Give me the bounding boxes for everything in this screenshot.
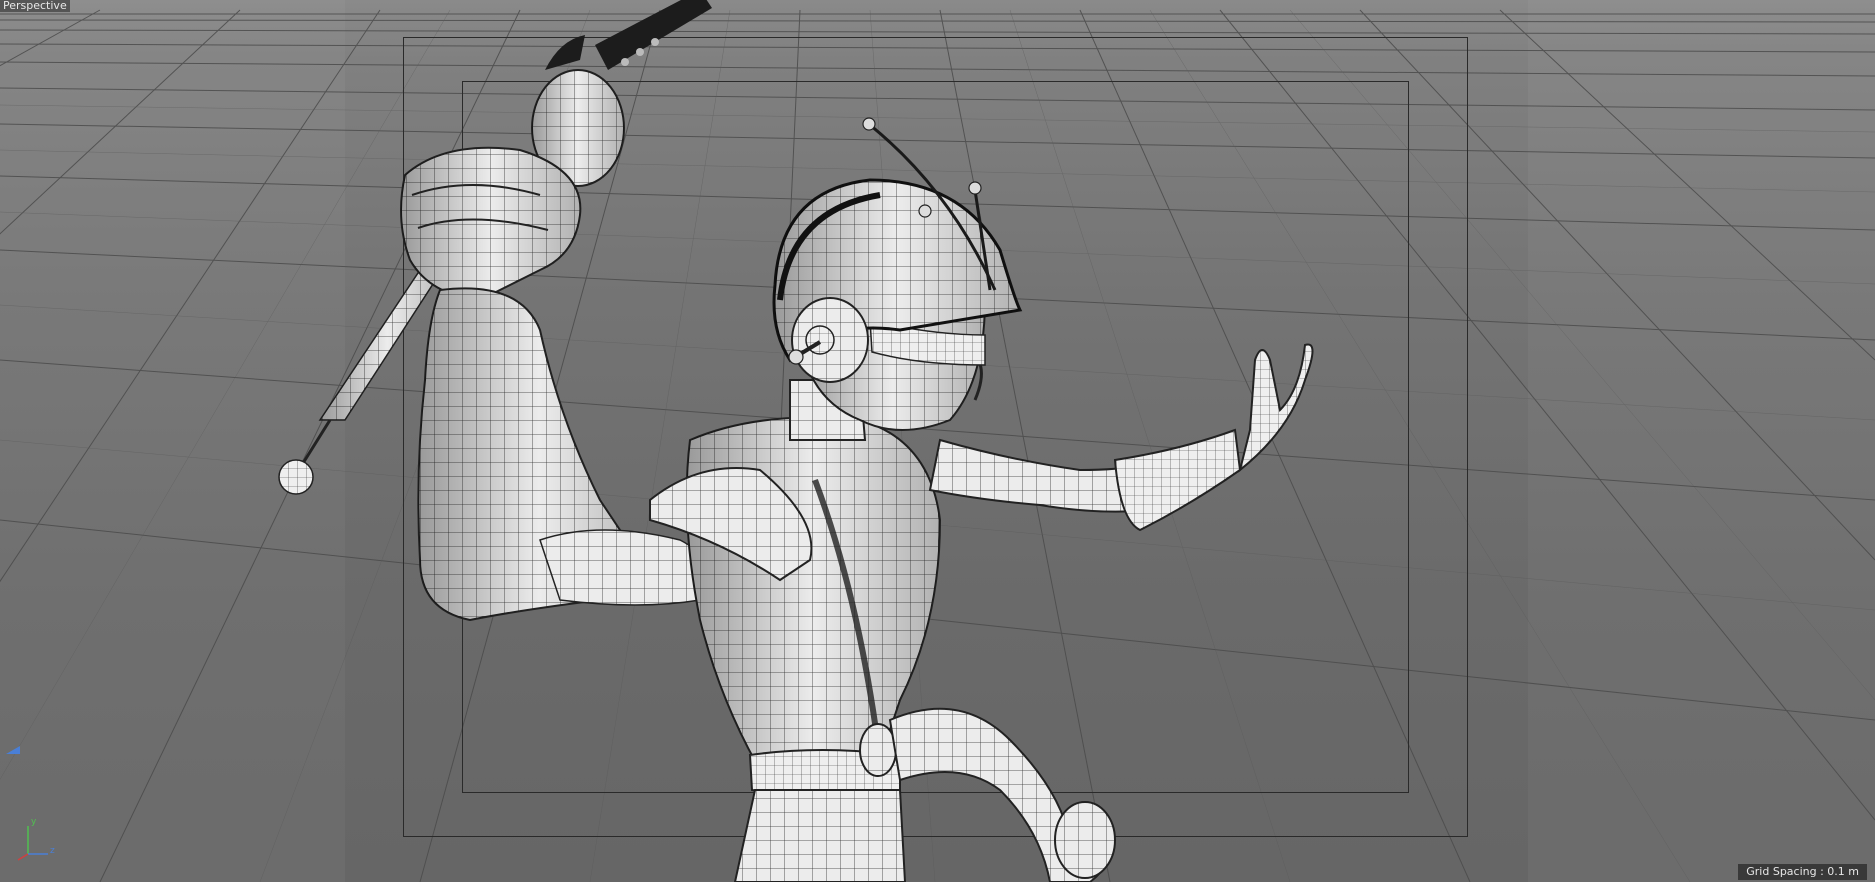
axis-label-y: y <box>31 817 37 827</box>
grid-spacing-readout: Grid Spacing : 0.1 m <box>1738 864 1867 880</box>
axis-label-z: z <box>50 846 55 856</box>
viewport-name-label[interactable]: Perspective <box>0 0 70 12</box>
world-axis-gizmo <box>6 746 48 861</box>
perspective-viewport[interactable]: y z Perspective Grid Spacing : 0.1 m <box>0 0 1875 882</box>
